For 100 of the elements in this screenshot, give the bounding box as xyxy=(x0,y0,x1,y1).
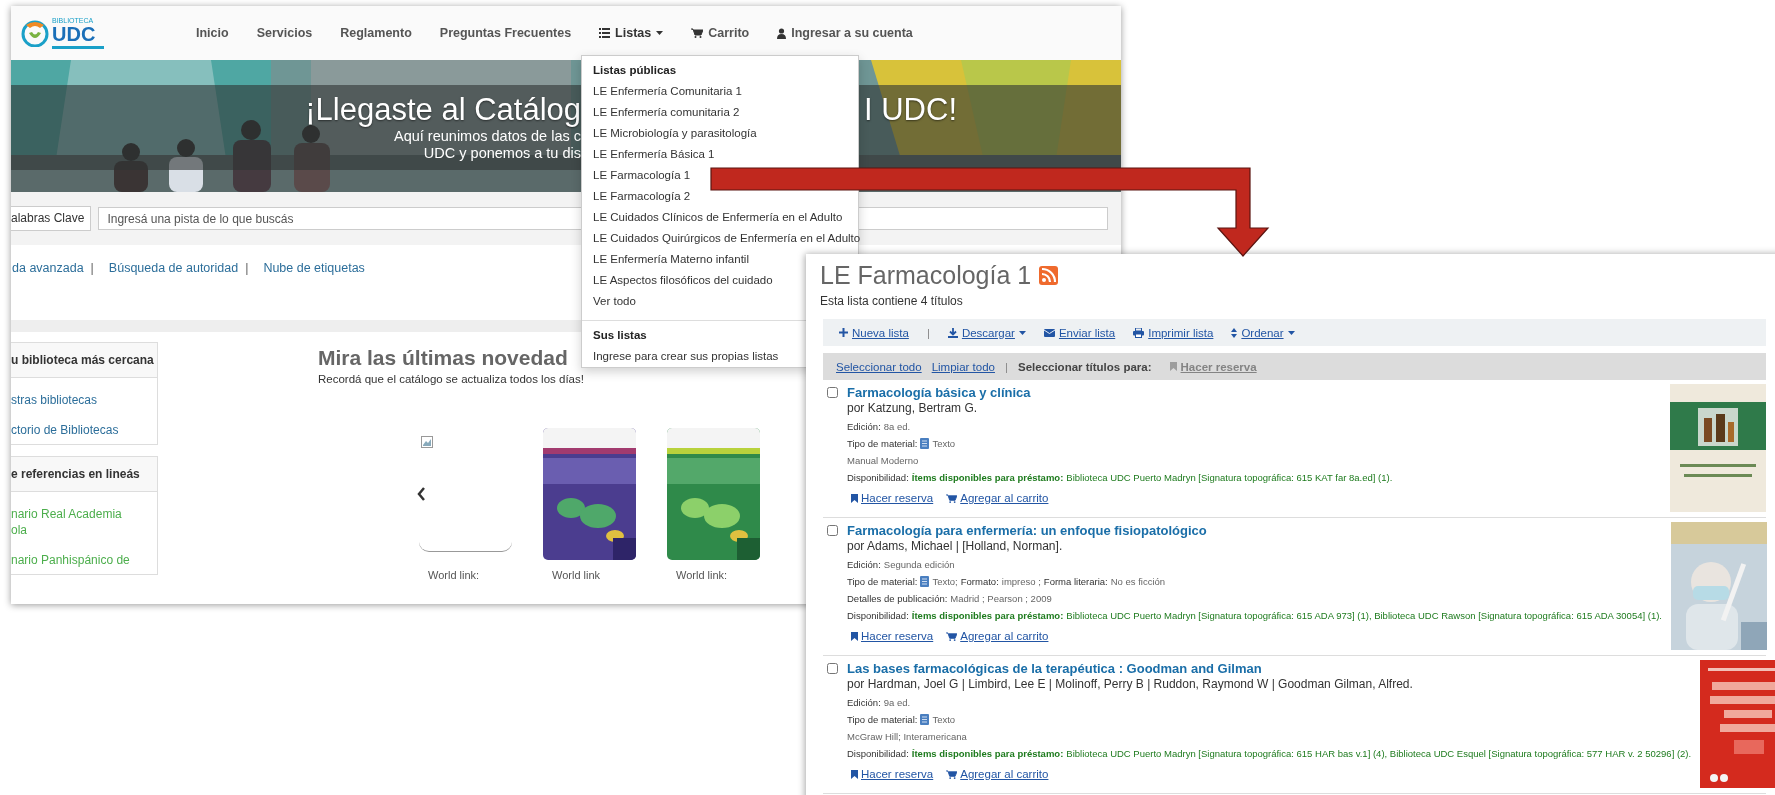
book-caption[interactable]: World link: xyxy=(667,569,760,581)
list-icon xyxy=(599,28,611,38)
rss-icon[interactable] xyxy=(1039,265,1059,285)
field-value: impreso ; xyxy=(1001,576,1041,587)
link-separator: | xyxy=(90,260,94,275)
add-to-cart-link[interactable]: Agregar al carrito xyxy=(946,630,1049,642)
field-value: 9a ed. xyxy=(883,697,911,708)
field-label: Tipo de material: xyxy=(847,576,918,587)
menu-item[interactable]: LE Enfermería Comunitaria 1 xyxy=(593,81,742,102)
cart-icon xyxy=(946,493,958,503)
field-label: Tipo de material: xyxy=(847,714,918,725)
menu-item[interactable]: LE Enfermería Básica 1 xyxy=(593,144,715,165)
field-label: Disponibilidad: xyxy=(847,610,909,621)
sidebar-link[interactable]: ctorio de Bibliotecas xyxy=(11,422,157,438)
sidebar-link[interactable]: stras bibliotecas xyxy=(11,392,157,408)
menu-heading: Sus listas xyxy=(593,328,647,343)
book-caption[interactable]: World link xyxy=(543,569,636,581)
place-hold-link[interactable]: Hacer reserva xyxy=(851,492,934,504)
field-value: Texto xyxy=(932,438,956,449)
menu-item[interactable]: Ingrese para crear sus propias listas xyxy=(593,346,779,367)
panel-heading: u biblioteca más cercana xyxy=(11,343,157,378)
bookmark-icon xyxy=(1169,362,1177,371)
search-link[interactable]: Búsqueda de autoridad xyxy=(108,260,239,275)
toolbar-link[interactable]: Ordenar xyxy=(1231,326,1295,339)
nav-link[interactable]: Inicio xyxy=(196,17,229,49)
logo-icon xyxy=(20,19,50,47)
section-heading: Mira las últimas novedad xyxy=(318,346,568,370)
menu-item[interactable]: LE Enfermería Materno infantil xyxy=(593,249,749,270)
field-label: Disponibilidad: xyxy=(847,748,909,759)
banner-title: I UDC! xyxy=(864,92,957,128)
bookmark-icon xyxy=(851,493,858,503)
record-title[interactable]: Farmacología para enfermería: un enfoque fisiopatológico xyxy=(847,522,1665,539)
nav-link[interactable]: Carrito xyxy=(691,17,750,49)
holdings-text: Biblioteca UDC Puerto Madryn [Signatura topográfica: 615 ADA 973] (1), Biblioteca UDC Rawson [Signatura topográfica: 615 ADA 30054] (1). xyxy=(1066,610,1662,621)
selection-label: Seleccionar títulos para: xyxy=(1017,360,1152,373)
menu-item[interactable]: Ver todo xyxy=(593,291,636,312)
holdings-text: Biblioteca UDC Puerto Madryn [Signatura topográfica: 615 HAR bas v.1] (4), Biblioteca UDC Esquel [Signatura topográfica: 577 HAR v. 2 50296] (2). xyxy=(1066,748,1692,759)
menu-item[interactable]: LE Microbiología y parasitología xyxy=(593,123,757,144)
record-title[interactable]: Las bases farmacológicas de la terapéutica : Goodman and Gilman xyxy=(847,660,1695,677)
menu-item[interactable]: LE Farmacología 1 xyxy=(593,165,691,186)
section-subtitle: Recordá que el catálogo se actualiza todos los días! xyxy=(318,373,584,385)
select-checkbox[interactable] xyxy=(827,387,838,398)
select-checkbox[interactable] xyxy=(827,663,838,674)
broken-image-icon xyxy=(421,436,433,448)
nav-link[interactable]: Listas xyxy=(599,17,664,49)
toolbar-separator: | xyxy=(926,326,930,339)
logo-wordmark: UDC xyxy=(52,24,97,44)
nav-link[interactable]: Ingresar a su cuenta xyxy=(777,17,913,49)
availability-status: Ítems disponibles para préstamo: xyxy=(911,610,1064,621)
nav-link[interactable]: Reglamento xyxy=(340,17,412,49)
availability-status: Ítems disponibles para préstamo: xyxy=(911,472,1064,483)
add-to-cart-link[interactable]: Agregar al carrito xyxy=(946,768,1049,780)
menu-item[interactable]: LE Cuidados Clínicos de Enfermería en el Adulto xyxy=(593,207,843,228)
nav-link[interactable]: Servicios xyxy=(256,17,313,49)
place-hold-link[interactable]: Hacer reserva xyxy=(851,768,934,780)
select-checkbox[interactable] xyxy=(827,525,838,536)
search-scope-select[interactable]: alabras Clave xyxy=(11,206,92,231)
field-label: Disponibilidad: xyxy=(847,472,909,483)
book-caption[interactable]: World link: xyxy=(419,569,512,581)
sort-icon xyxy=(1231,327,1238,338)
toolbar-link[interactable]: Nueva lista xyxy=(839,326,909,339)
record-author: por Hardman, Joel G | Limbird, Lee E | Molinoff, Perry B | Ruddon, Raymond W | Goodman Gilman, Alfred. xyxy=(847,677,1414,692)
book-icon xyxy=(920,438,930,449)
record-title[interactable]: Farmacología básica y clínica xyxy=(847,384,1664,401)
caret-icon xyxy=(1287,330,1295,335)
field-value: Texto; xyxy=(932,576,958,587)
add-to-cart-link[interactable]: Agregar al carrito xyxy=(946,492,1049,504)
toolbar-link[interactable]: Imprimir lista xyxy=(1133,326,1214,339)
selection-link[interactable]: Seleccionar todo xyxy=(836,360,922,373)
chevron-left-icon[interactable] xyxy=(416,486,426,502)
field-label: Edición: xyxy=(847,697,881,708)
field-value: Manual Moderno xyxy=(847,455,919,466)
book-icon xyxy=(920,714,930,725)
toolbar-link[interactable]: Descargar xyxy=(947,326,1026,339)
place-hold-link[interactable]: Hacer reserva xyxy=(851,630,934,642)
search-link[interactable]: Nube de etiquetas xyxy=(263,260,365,275)
cart-icon xyxy=(946,631,958,641)
banner-subtitle: Aquí reunimos datos de las c xyxy=(393,128,581,145)
plus-icon xyxy=(839,328,848,337)
menu-item[interactable]: LE Cuidados Quirúrgicos de Enfermería en el Adulto xyxy=(593,228,861,249)
download-icon xyxy=(947,327,958,338)
banner-subtitle: UDC y ponemos a tu dis xyxy=(422,145,581,162)
search-link[interactable]: da avanzada xyxy=(12,260,84,275)
menu-item[interactable]: LE Enfermería comunitaria 2 xyxy=(593,102,740,123)
book-icon xyxy=(920,576,930,587)
cart-icon xyxy=(691,28,704,38)
field-label: Formato: xyxy=(960,576,999,587)
field-label: Edición: xyxy=(847,559,881,570)
nav-link[interactable]: Preguntas Frecuentes xyxy=(439,17,572,49)
menu-item[interactable]: LE Farmacología 2 xyxy=(593,186,691,207)
menu-item[interactable]: LE Aspectos filosóficos del cuidado xyxy=(593,270,773,291)
selection-link[interactable]: Limpiar todo xyxy=(931,360,995,373)
toolbar-link[interactable]: Enviar lista xyxy=(1043,326,1116,339)
envelope-icon xyxy=(1043,328,1055,337)
record-author: por Adams, Michael | [Holland, Norman]. xyxy=(847,539,1064,554)
caret-icon xyxy=(656,31,664,35)
field-value: Madrid ; Pearson ; 2009 xyxy=(950,593,1052,604)
field-label: Forma literaria: xyxy=(1043,576,1108,587)
printer-icon xyxy=(1133,327,1145,338)
record-author: por Katzung, Bertram G. xyxy=(847,401,979,416)
